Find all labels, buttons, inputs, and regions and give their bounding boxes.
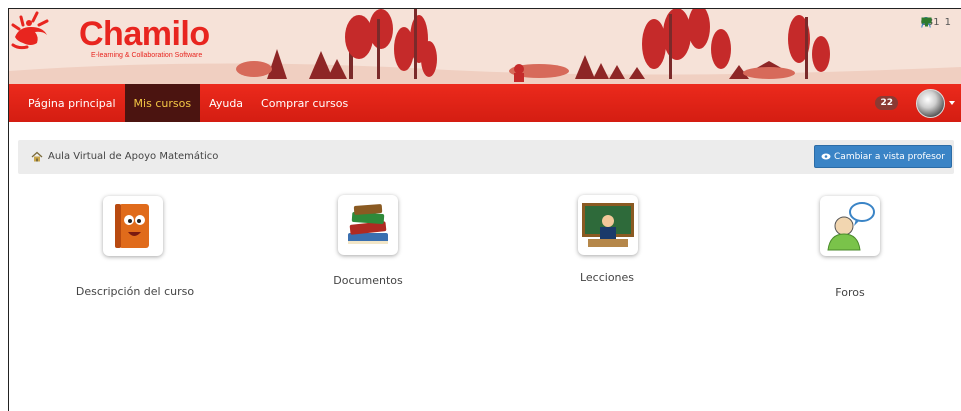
lessons-icon (582, 203, 634, 247)
chevron-down-icon[interactable] (949, 101, 955, 105)
page-frame: Chamilo E-learning & Collaboration Softw… (8, 8, 961, 411)
breadcrumb: Aula Virtual de Apoyo Matemático Cambiar… (18, 140, 954, 174)
online-stats: 631 1 (921, 17, 951, 28)
nav-my-courses[interactable]: Mis cursos (124, 84, 201, 122)
course-description-icon (115, 204, 149, 248)
switch-teacher-view-button[interactable]: Cambiar a vista profesor (814, 145, 952, 168)
main-navbar: Página principal Mis cursos Ayuda Compra… (9, 84, 961, 122)
tool-documents[interactable] (338, 195, 398, 255)
tool-forums-label[interactable]: Foros (835, 286, 864, 299)
documents-icon (348, 204, 388, 244)
logo-text[interactable]: Chamilo (79, 15, 210, 53)
logo-subtitle: E-learning & Collaboration Software (91, 52, 203, 59)
header-banner: Chamilo E-learning & Collaboration Softw… (9, 9, 961, 84)
eye-icon (821, 153, 831, 160)
avatar[interactable] (916, 88, 945, 118)
tool-documents-label[interactable]: Documentos (333, 274, 402, 287)
switch-teacher-view-label: Cambiar a vista profesor (834, 151, 945, 162)
nav-help[interactable]: Ayuda (200, 84, 252, 122)
course-title[interactable]: Aula Virtual de Apoyo Matemático (48, 151, 218, 162)
tool-course-description[interactable] (103, 196, 163, 256)
classroom-icon (921, 17, 932, 27)
tool-lessons[interactable] (578, 195, 638, 255)
nav-buy-courses[interactable]: Comprar cursos (252, 84, 357, 122)
home-icon[interactable] (31, 151, 43, 162)
user-menu[interactable] (916, 88, 955, 118)
tool-course-description-label[interactable]: Descripción del curso (76, 285, 194, 298)
online-in-course-count[interactable]: 1 (945, 17, 951, 28)
chamilo-logo-icon (11, 11, 49, 50)
forums-icon (827, 202, 875, 251)
tool-lessons-label[interactable]: Lecciones (580, 271, 634, 284)
tool-forums[interactable] (820, 196, 880, 256)
notification-badge[interactable]: 22 (875, 96, 898, 110)
nav-home[interactable]: Página principal (19, 84, 125, 122)
